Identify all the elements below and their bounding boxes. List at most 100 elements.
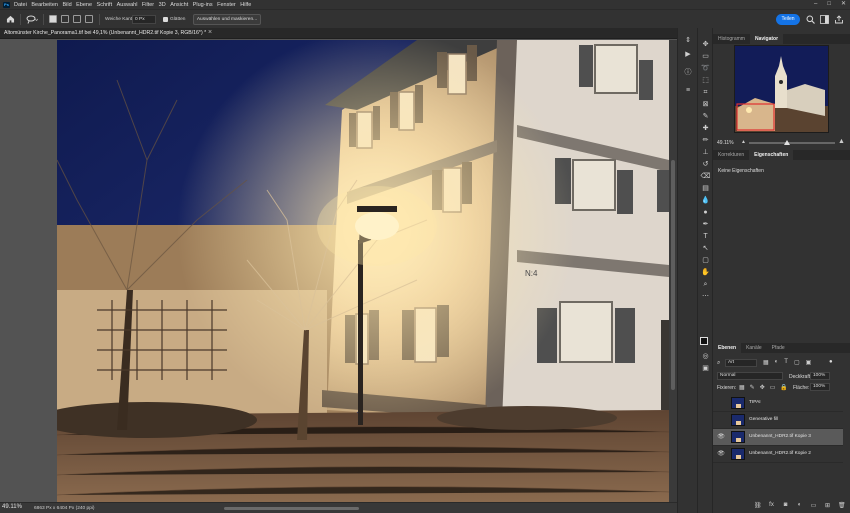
blur-tool-icon[interactable]: 💧 xyxy=(700,196,711,206)
minimize-button[interactable]: – xyxy=(814,0,817,9)
zoom-in-icon[interactable]: ▲ xyxy=(838,138,845,145)
add-mask-icon[interactable]: ◙ xyxy=(782,502,789,508)
tab-navigator[interactable]: Navigator xyxy=(749,34,784,44)
quick-mask-icon[interactable]: ◎ xyxy=(700,352,711,362)
tab-layers[interactable]: Ebenen xyxy=(713,343,742,353)
horizontal-scrollbar[interactable] xyxy=(224,507,359,510)
history-brush-icon[interactable]: ↺ xyxy=(700,160,711,170)
crop-tool-icon[interactable]: ⌗ xyxy=(700,88,711,98)
screen-mode-icon[interactable]: ▣ xyxy=(700,364,711,374)
menu-ebene[interactable]: Ebene xyxy=(76,2,92,8)
new-layer-icon[interactable]: ⊞ xyxy=(824,502,831,509)
tab-histogram[interactable]: Histogramm xyxy=(713,34,750,44)
adjustment-layer-icon[interactable]: ◐ xyxy=(796,502,803,508)
object-selection-tool-icon[interactable]: ⬚ xyxy=(700,76,711,86)
type-tool-icon[interactable]: T xyxy=(700,232,711,242)
maximize-button[interactable]: □ xyxy=(827,0,831,9)
gradient-tool-icon[interactable]: ▤ xyxy=(700,184,711,194)
menu-plugins[interactable]: Plug-ins xyxy=(193,2,213,8)
rectangle-tool-icon[interactable]: ▢ xyxy=(700,256,711,266)
hand-tool-icon[interactable]: ✋ xyxy=(700,268,711,278)
lock-pixels-icon[interactable]: ✎ xyxy=(750,384,755,391)
image-canvas[interactable]: N:4 xyxy=(57,40,669,502)
blend-mode-select[interactable]: Normal xyxy=(717,372,783,380)
feather-input[interactable]: 0 Px xyxy=(132,15,156,24)
layer-row-generative-fill[interactable]: Generative fill xyxy=(713,412,843,429)
info-icon[interactable]: ⓘ xyxy=(683,68,693,78)
tab-paths[interactable]: Pfade xyxy=(767,343,790,353)
path-selection-tool-icon[interactable]: ↖ xyxy=(700,244,711,254)
scroll-thumb[interactable] xyxy=(671,160,675,390)
layer-filter-select[interactable]: Art xyxy=(725,359,757,367)
menu-ansicht[interactable]: Ansicht xyxy=(170,2,188,8)
lock-artboard-icon[interactable]: ▭ xyxy=(770,384,776,391)
eyedropper-tool-icon[interactable]: ✎ xyxy=(700,112,711,122)
stamp-tool-icon[interactable]: ⊥ xyxy=(700,148,711,158)
select-and-mask-button[interactable]: Auswählen und maskieren... xyxy=(193,14,261,25)
lasso-tool-icon[interactable]: ➰ xyxy=(700,64,711,74)
zoom-level[interactable]: 49.11% xyxy=(2,504,22,510)
filter-adjustment-icon[interactable]: ◐ xyxy=(775,359,779,366)
menu-bild[interactable]: Bild xyxy=(62,2,71,8)
navigator-zoom-slider[interactable] xyxy=(749,142,835,144)
layer-row-hdr2-kopie-2[interactable]: 👁 Unbenannt_HDR2.tif Kopie 2 xyxy=(713,446,843,463)
filter-toggle-icon[interactable]: ● xyxy=(829,359,833,365)
new-group-icon[interactable]: ▭ xyxy=(810,502,817,509)
frame-tool-icon[interactable]: ⊠ xyxy=(700,100,711,110)
document-info[interactable]: 6863 Px x 6404 Px (240 ppi) xyxy=(34,506,95,511)
more-tools-icon[interactable]: ⋯ xyxy=(700,292,711,302)
layer-style-icon[interactable]: fx xyxy=(768,502,775,508)
new-selection-icon[interactable] xyxy=(49,15,57,23)
document-tab[interactable]: Altomünster Kirche_Panorama1.tif bei 49,… xyxy=(0,28,677,39)
opacity-input[interactable]: 100% xyxy=(810,372,830,380)
search-icon[interactable] xyxy=(806,15,815,24)
menu-3d[interactable]: 3D xyxy=(159,2,166,8)
filter-type-icon[interactable]: T xyxy=(784,359,788,366)
menu-schrift[interactable]: Schrift xyxy=(97,2,113,8)
tab-channels[interactable]: Kanäle xyxy=(741,343,767,353)
filter-search-icon[interactable]: ⌕ xyxy=(717,360,720,367)
menu-bearbeiten[interactable]: Bearbeiten xyxy=(31,2,58,8)
fill-input[interactable]: 100% xyxy=(810,383,830,391)
home-icon[interactable] xyxy=(6,15,15,23)
layer-row-hdr2-kopie-3[interactable]: 👁 Unbenannt_HDR2.tif Kopie 3 xyxy=(713,429,843,446)
lock-all-icon[interactable]: 🔒 xyxy=(780,384,787,391)
vertical-scrollbar[interactable] xyxy=(669,40,677,502)
zoom-tool-icon[interactable]: ⌕ xyxy=(700,280,711,290)
pen-tool-icon[interactable]: ✒ xyxy=(700,220,711,230)
tab-properties[interactable]: Eigenschaften xyxy=(749,150,794,160)
play-actions-icon[interactable]: ▶ xyxy=(683,50,693,60)
artboard-tool-icon[interactable]: ▭ xyxy=(700,52,711,62)
navigator-zoom-value[interactable]: 49.11% xyxy=(717,140,734,146)
eye-icon[interactable]: 👁 xyxy=(717,450,725,458)
filter-smartobject-icon[interactable]: ▣ xyxy=(806,359,812,366)
healing-brush-icon[interactable]: ✚ xyxy=(700,124,711,134)
properties-panel-icon[interactable]: ≡ xyxy=(683,86,693,96)
intersect-selection-icon[interactable] xyxy=(85,15,93,23)
move-tool-icon[interactable]: ✥ xyxy=(700,40,711,50)
menu-hilfe[interactable]: Hilfe xyxy=(240,2,251,8)
menu-filter[interactable]: Filter xyxy=(142,2,154,8)
menu-auswahl[interactable]: Auswahl xyxy=(117,2,138,8)
visibility-toggle[interactable] xyxy=(717,416,725,424)
visibility-toggle[interactable] xyxy=(717,399,725,407)
menu-datei[interactable]: Datei xyxy=(14,2,27,8)
filter-pixel-icon[interactable]: ▦ xyxy=(763,359,769,366)
foreground-color-swatch[interactable] xyxy=(700,337,708,345)
lock-position-icon[interactable]: ✥ xyxy=(760,384,765,391)
subtract-from-selection-icon[interactable] xyxy=(73,15,81,23)
filter-shape-icon[interactable]: ▢ xyxy=(794,359,800,366)
brush-tool-icon[interactable]: ✏ xyxy=(700,136,711,146)
eraser-tool-icon[interactable]: ⌫ xyxy=(700,172,711,182)
layer-row-tipai[interactable]: TIPAI xyxy=(713,395,843,412)
share-button[interactable]: Teilen xyxy=(776,14,800,25)
delete-layer-icon[interactable]: 🗑 xyxy=(838,502,846,509)
tab-adjustments[interactable]: Korrekturen xyxy=(713,150,749,160)
dodge-tool-icon[interactable]: ● xyxy=(700,208,711,218)
antialias-checkbox[interactable]: Glätten xyxy=(163,16,185,22)
navigator-thumbnail[interactable] xyxy=(734,45,829,133)
move-panel-icon[interactable]: ⇕ xyxy=(683,36,693,46)
slider-handle-icon[interactable] xyxy=(784,139,790,145)
close-window-button[interactable]: ✕ xyxy=(841,0,846,9)
lock-transparency-icon[interactable]: ▦ xyxy=(739,384,745,391)
